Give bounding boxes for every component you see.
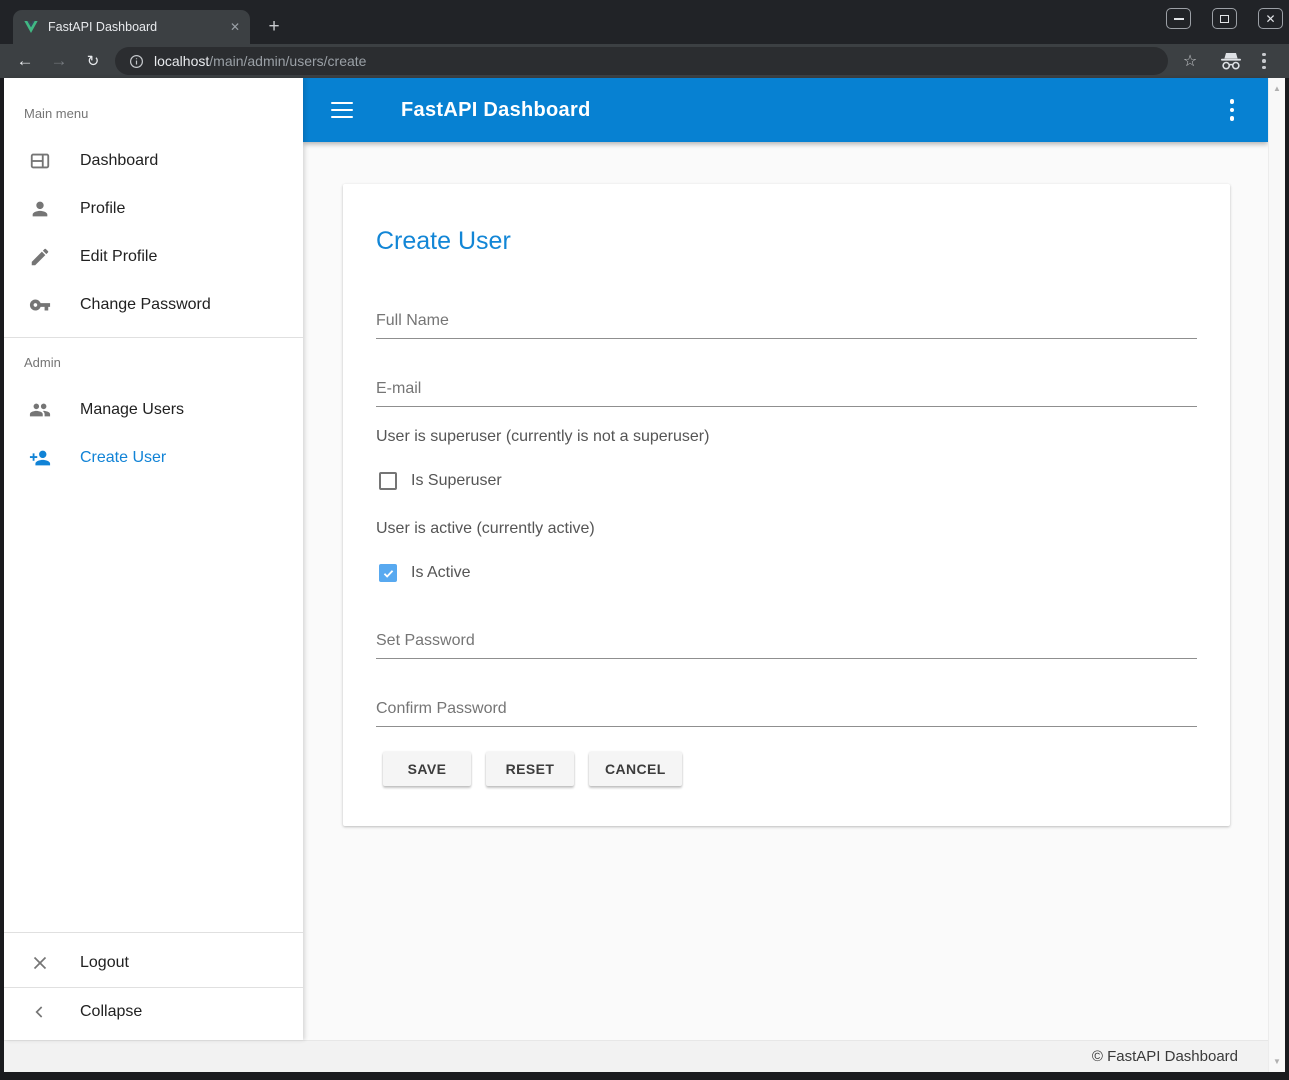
page-viewport: FastAPI Dashboard Main menu Dashboard	[4, 78, 1285, 1072]
confirm-password-field[interactable]	[376, 691, 1197, 727]
sidebar-section-admin: Admin	[24, 355, 61, 370]
sidebar-item-edit-profile[interactable]: Edit Profile	[4, 233, 303, 281]
forward-button[interactable]: →	[48, 44, 70, 78]
address-bar[interactable]: localhost/main/admin/users/create	[115, 47, 1168, 75]
tab-close-icon[interactable]: ✕	[230, 20, 240, 34]
minimize-button[interactable]	[1166, 8, 1191, 29]
browser-window: FastAPI Dashboard ✕ + ✕ ← → ↻ localhost/…	[0, 0, 1289, 1080]
sidebar-item-label: Edit Profile	[80, 248, 157, 266]
sidebar-item-label: Profile	[80, 200, 125, 218]
logout-x-icon	[28, 951, 52, 975]
sidebar-item-label: Collapse	[80, 1003, 142, 1021]
sidebar-item-dashboard[interactable]: Dashboard	[4, 137, 303, 185]
app-footer: © FastAPI Dashboard	[4, 1040, 1268, 1072]
tab-title: FastAPI Dashboard	[48, 20, 222, 34]
sidebar-item-profile[interactable]: Profile	[4, 185, 303, 233]
email-field[interactable]	[376, 371, 1197, 407]
checkbox-checked[interactable]	[379, 564, 397, 582]
sidebar-item-logout[interactable]: Logout	[4, 939, 303, 987]
browser-menu-button[interactable]	[1254, 44, 1274, 78]
page-title: Create User	[376, 227, 511, 256]
browser-titlebar: FastAPI Dashboard ✕ + ✕	[0, 0, 1289, 44]
check-icon	[382, 567, 395, 580]
sidebar-item-label: Dashboard	[80, 152, 158, 170]
scroll-down-arrow[interactable]: ▼	[1269, 1057, 1285, 1066]
copyright-text: © FastAPI Dashboard	[1092, 1048, 1238, 1065]
set-password-field[interactable]	[376, 623, 1197, 659]
kebab-icon	[1262, 53, 1266, 70]
reload-button[interactable]: ↻	[82, 44, 104, 78]
sidebar-divider	[4, 337, 303, 338]
bookmark-star-icon[interactable]: ☆	[1178, 44, 1202, 78]
checkbox-label[interactable]: Is Active	[411, 564, 471, 582]
checkbox-label[interactable]: Is Superuser	[411, 472, 502, 490]
people-icon	[28, 398, 52, 422]
sidebar-section-main: Main menu	[24, 106, 88, 121]
sidebar-item-label: Change Password	[80, 296, 211, 314]
vue-logo-icon	[23, 19, 39, 35]
app-title: FastAPI Dashboard	[401, 99, 591, 122]
dashboard-icon	[28, 149, 52, 173]
save-button[interactable]: SAVE	[383, 752, 471, 786]
maximize-icon	[1220, 15, 1229, 23]
browser-tab[interactable]: FastAPI Dashboard ✕	[13, 10, 250, 44]
active-hint: User is active (currently active)	[376, 520, 595, 538]
sidebar-item-change-password[interactable]: Change Password	[4, 281, 303, 329]
page-scrollbar[interactable]: ▲ ▼	[1268, 78, 1285, 1072]
cancel-button[interactable]: CANCEL	[589, 752, 682, 786]
sidebar-item-label: Logout	[80, 954, 129, 972]
site-info-icon[interactable]	[129, 54, 144, 69]
person-add-icon	[28, 446, 52, 470]
sidebar-item-manage-users[interactable]: Manage Users	[4, 386, 303, 434]
hamburger-menu-button[interactable]	[327, 98, 357, 123]
is-superuser-checkbox-row[interactable]: Is Superuser	[379, 472, 502, 490]
chevron-left-icon	[28, 1000, 52, 1024]
app-menu-button[interactable]	[1226, 95, 1239, 125]
sidebar: Main menu Dashboard Profile	[4, 78, 303, 1040]
minimize-icon	[1174, 18, 1184, 20]
person-icon	[28, 197, 52, 221]
back-button[interactable]: ←	[14, 44, 36, 78]
scroll-up-arrow[interactable]: ▲	[1269, 84, 1285, 93]
form-actions: SAVE RESET CANCEL	[383, 752, 682, 786]
is-active-checkbox-row[interactable]: Is Active	[379, 564, 471, 582]
full-name-field[interactable]	[376, 303, 1197, 339]
reset-button[interactable]: RESET	[486, 752, 574, 786]
sidebar-item-create-user[interactable]: Create User	[4, 434, 303, 482]
key-icon	[28, 293, 52, 317]
pencil-icon	[28, 245, 52, 269]
new-tab-button[interactable]: +	[262, 16, 286, 40]
checkbox-unchecked[interactable]	[379, 472, 397, 490]
incognito-icon	[1216, 44, 1246, 78]
maximize-button[interactable]	[1212, 8, 1237, 29]
app-bar: FastAPI Dashboard	[303, 78, 1268, 142]
create-user-card: Create User User is superuser (currently…	[343, 184, 1230, 826]
window-controls: ✕	[1166, 8, 1283, 29]
sidebar-item-collapse[interactable]: Collapse	[4, 988, 303, 1036]
url-host: localhost	[154, 53, 209, 69]
sidebar-item-label: Manage Users	[80, 401, 184, 419]
url-path: /main/admin/users/create	[209, 53, 366, 69]
superuser-hint: User is superuser (currently is not a su…	[376, 428, 709, 446]
close-icon: ✕	[1265, 13, 1275, 25]
sidebar-divider	[4, 932, 303, 933]
browser-toolbar: ← → ↻ localhost/main/admin/users/create …	[0, 44, 1289, 78]
close-button[interactable]: ✕	[1258, 8, 1283, 29]
sidebar-item-label: Create User	[80, 449, 166, 467]
